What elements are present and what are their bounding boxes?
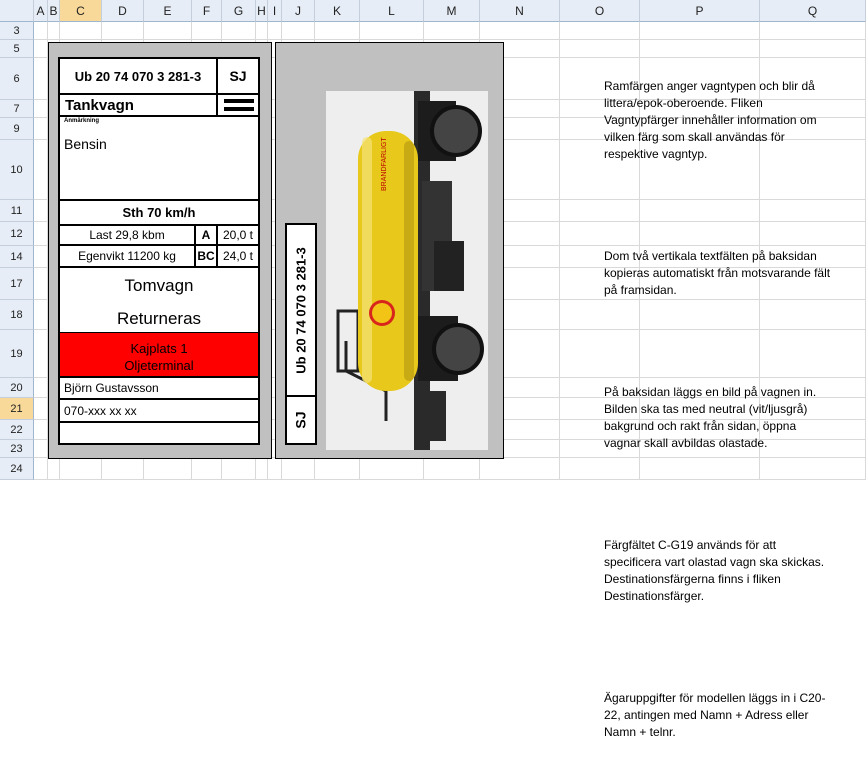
remark-label: Anmärkning — [64, 118, 100, 124]
wagon-type-cell[interactable]: Tankvagn — [58, 93, 218, 117]
row-header-23[interactable]: 23 — [0, 440, 34, 458]
tare-weight: Egenvikt 11200 kg — [78, 249, 176, 263]
destination-line1: Kajplats 1 — [130, 341, 188, 356]
row-header-17[interactable]: 17 — [0, 268, 34, 300]
wagon-type: Tankvagn — [65, 96, 134, 114]
column-header-k[interactable]: K — [315, 0, 360, 22]
row-header-18[interactable]: 18 — [0, 300, 34, 330]
row-header-3[interactable]: 3 — [0, 22, 34, 40]
owner-code-cell[interactable]: SJ — [216, 57, 260, 95]
column-header-a[interactable]: A — [34, 0, 48, 22]
load-weight-bc: 24,0 t — [222, 249, 254, 263]
back-wagon-number: Ub 20 74 070 3 281-3 — [293, 246, 309, 374]
column-header-h[interactable]: H — [256, 0, 268, 22]
type-marker-cell[interactable] — [216, 93, 260, 117]
load-weight-bc-cell[interactable]: 24,0 t — [216, 244, 260, 268]
double-bar-marker — [224, 99, 254, 103]
row-header-21[interactable]: 21 — [0, 398, 34, 420]
owner-phone: 070-xxx xx xx — [64, 403, 137, 418]
tank-brand-text: BRANDFARLIGT — [381, 137, 388, 191]
owner-code: SJ — [229, 68, 247, 84]
load-weight-a: 20,0 t — [222, 228, 254, 242]
destination-color-field[interactable]: Kajplats 1 Oljeterminal — [58, 333, 260, 378]
row-header-5[interactable]: 5 — [0, 40, 34, 58]
row-header-24[interactable]: 24 — [0, 458, 34, 480]
row-header-7[interactable]: 7 — [0, 100, 34, 118]
note-owner-info: Ägaruppgifter för modellen läggs in i C2… — [604, 691, 826, 739]
back-owner-code-cell[interactable]: SJ — [285, 395, 317, 445]
note-vertical-fields: Dom två vertikala textfälten på baksidan… — [604, 249, 834, 297]
wagon-number-cell[interactable]: Ub 20 74 070 3 281-3 — [58, 57, 218, 95]
column-header-n[interactable]: N — [480, 0, 560, 22]
destination-line2: Oljeterminal — [124, 358, 194, 373]
row-header-10[interactable]: 10 — [0, 140, 34, 200]
remark-value: Bensin — [64, 136, 107, 152]
double-bar-marker-lower — [224, 107, 254, 111]
column-header-g[interactable]: G — [222, 0, 256, 22]
load-class-a-cell[interactable]: A — [194, 224, 218, 246]
load-volume: Last 29,8 kbm — [89, 228, 165, 242]
load-class-bc-cell[interactable]: BC — [194, 244, 218, 268]
note-frame-color: Ramfärgen anger vagntypen och blir då li… — [604, 79, 820, 161]
wagon-photo[interactable]: BRANDFARLIGT — [326, 91, 488, 450]
return-status: Returneras — [116, 309, 202, 328]
gridline — [34, 39, 866, 40]
remark-cell[interactable]: Anmärkning Bensin — [58, 115, 260, 201]
column-header-d[interactable]: D — [102, 0, 144, 22]
select-all-corner[interactable] — [0, 0, 34, 22]
row-header-22[interactable]: 22 — [0, 420, 34, 440]
tare-weight-cell[interactable]: Egenvikt 11200 kg — [58, 244, 196, 268]
note-photo: På baksidan läggs en bild på vagnen in. … — [604, 385, 820, 450]
column-header-c[interactable]: C — [60, 0, 102, 22]
owner-extra-cell[interactable] — [58, 421, 260, 445]
column-header-i[interactable]: I — [268, 0, 282, 22]
owner-name: Björn Gustavsson — [64, 381, 159, 395]
column-header-b[interactable]: B — [48, 0, 60, 22]
empty-status: Tomvagn — [124, 276, 194, 295]
row-header-6[interactable]: 6 — [0, 58, 34, 100]
row-header-12[interactable]: 12 — [0, 222, 34, 246]
column-header-f[interactable]: F — [192, 0, 222, 22]
column-header-m[interactable]: M — [424, 0, 480, 22]
speed-limit: Sth 70 km/h — [122, 205, 196, 220]
row-header-14[interactable]: 14 — [0, 246, 34, 268]
column-header-o[interactable]: O — [560, 0, 640, 22]
row-header-9[interactable]: 9 — [0, 118, 34, 140]
row-header-11[interactable]: 11 — [0, 200, 34, 222]
instruction-notes: Ramfärgen anger vagntypen och blir då li… — [604, 44, 834, 758]
column-header-q[interactable]: Q — [760, 0, 866, 22]
column-header-e[interactable]: E — [144, 0, 192, 22]
column-header-p[interactable]: P — [640, 0, 760, 22]
load-weight-a-cell[interactable]: 20,0 t — [216, 224, 260, 246]
wagon-number: Ub 20 74 070 3 281-3 — [74, 68, 202, 84]
owner-name-cell[interactable]: Björn Gustavsson — [58, 378, 260, 400]
row-header-20[interactable]: 20 — [0, 378, 34, 398]
owner-phone-cell[interactable]: 070-xxx xx xx — [58, 400, 260, 422]
load-volume-cell[interactable]: Last 29,8 kbm — [58, 224, 196, 246]
speed-cell[interactable]: Sth 70 km/h — [58, 199, 260, 226]
load-class-bc: BC — [197, 249, 215, 263]
column-header-l[interactable]: L — [360, 0, 424, 22]
column-header-j[interactable]: J — [282, 0, 315, 22]
gridline — [559, 22, 560, 480]
back-owner-code: SJ — [293, 411, 309, 429]
row-header-19[interactable]: 19 — [0, 330, 34, 378]
back-wagon-number-cell[interactable]: Ub 20 74 070 3 281-3 — [285, 223, 317, 397]
tank-wagon-illustration: BRANDFARLIGT — [336, 91, 484, 450]
load-class-a: A — [201, 228, 211, 242]
note-destination-color: Färgfältet C-G19 används för att specifi… — [604, 538, 828, 603]
